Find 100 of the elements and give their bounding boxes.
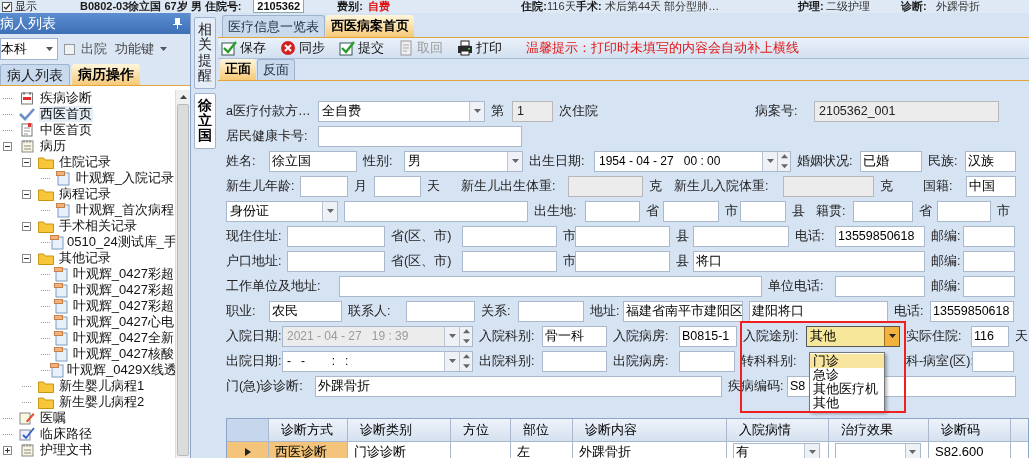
text-field[interactable]: 福建省南平市建阳区	[623, 300, 743, 322]
pin-icon[interactable]	[173, 18, 182, 29]
tree-item[interactable]: 住院记录	[58, 154, 112, 170]
text-field[interactable]	[462, 250, 557, 272]
table-cell-text: 西医诊断	[275, 442, 327, 458]
table-dropdown[interactable]	[835, 442, 921, 458]
text-field[interactable]	[853, 200, 913, 222]
collapse-toggle[interactable]	[22, 221, 31, 231]
tree-item[interactable]: 新生婴儿病程1	[58, 378, 146, 394]
panel-tab[interactable]: 病历操作	[72, 64, 140, 85]
text-field[interactable]	[518, 300, 584, 322]
dropdown-field[interactable]: 身份证	[226, 200, 338, 222]
text-field[interactable]	[963, 225, 1015, 247]
text-field[interactable]	[963, 275, 1015, 297]
text-field[interactable]	[575, 250, 670, 272]
dropdown-option[interactable]: 其他医疗机	[810, 382, 884, 396]
date-time-field[interactable]: - - : :	[282, 350, 473, 372]
text-field[interactable]	[585, 200, 640, 222]
text-field[interactable]	[542, 350, 607, 372]
calendar-icon	[20, 91, 34, 105]
department-dropdown[interactable]: 本科	[0, 38, 58, 60]
display-checkbox[interactable]	[2, 1, 12, 12]
toolbar-button[interactable]: 打印	[457, 38, 502, 58]
text-field[interactable]	[374, 175, 421, 197]
text-field[interactable]: 徐立国	[269, 150, 357, 172]
tree-item[interactable]: 疾病诊断	[39, 90, 93, 106]
text-field[interactable]	[300, 175, 348, 197]
page-side-tab[interactable]: 反面	[257, 58, 295, 80]
dropdown-field[interactable]: 全自费	[318, 100, 485, 122]
table-dropdown[interactable]: 有	[733, 442, 821, 458]
tree-item[interactable]: 临床路径	[39, 426, 93, 442]
text-field[interactable]	[972, 350, 1014, 372]
tree-item[interactable]: 叶观辉_首次病程	[74, 202, 175, 218]
date-time-field[interactable]: 1954 - 04 - 27 00 : 00	[594, 150, 791, 172]
tree-item[interactable]: 病程记录	[58, 186, 112, 202]
text-field[interactable]: 农民	[269, 300, 342, 322]
discharged-checkbox[interactable]	[64, 43, 75, 55]
dropdown-field[interactable]: 其他	[806, 325, 900, 347]
file-icon	[50, 362, 64, 378]
text-field[interactable]: 116	[971, 325, 1009, 347]
function-key-menu[interactable]: 功能键	[115, 39, 167, 59]
tree-item[interactable]: 西医首页	[39, 106, 93, 122]
text-field[interactable]	[835, 275, 925, 297]
tree-item[interactable]: 医嘱	[39, 410, 67, 426]
text-field[interactable]: 13559850618	[835, 225, 925, 247]
tree-item[interactable]: 叶观辉_0427彩超	[71, 266, 175, 282]
tree-item[interactable]: 手术相关记录	[58, 218, 138, 234]
collapse-toggle[interactable]	[22, 189, 31, 199]
tree-item[interactable]: 中医首页	[39, 122, 93, 138]
text-field[interactable]: 外踝骨折	[315, 375, 722, 397]
text-field[interactable]	[318, 125, 522, 147]
tree-item[interactable]: 叶观辉_0427核酸	[71, 346, 175, 362]
text-field[interactable]: B0815-1	[679, 325, 737, 347]
document-tab[interactable]: 医疗信息一览表	[222, 15, 325, 37]
tree-item[interactable]: 叶观辉_入院记录	[74, 170, 175, 186]
toolbar-button[interactable]: 提交	[339, 38, 384, 58]
text-field[interactable]	[575, 225, 670, 247]
expand-toggle[interactable]	[3, 445, 12, 455]
text-field[interactable]	[679, 350, 735, 372]
text-field[interactable]: 13559850618	[930, 300, 1014, 322]
collapse-toggle[interactable]	[3, 141, 12, 151]
side-tab[interactable]: 徐立国	[193, 92, 216, 149]
text-field[interactable]	[663, 200, 719, 222]
text-field[interactable]: 将口	[693, 250, 925, 272]
panel-tab[interactable]: 病人列表	[0, 64, 70, 85]
tree-item[interactable]: 叶观辉_0427心电	[71, 314, 175, 330]
text-field[interactable]: 骨一科	[542, 325, 607, 347]
text-field[interactable]: 建阳将口	[749, 300, 888, 322]
dropdown-option[interactable]: 门诊	[810, 354, 884, 368]
text-field[interactable]: 汉族	[965, 150, 1016, 172]
tree-item[interactable]: 叶观辉_0427彩超	[71, 298, 175, 314]
tree-item[interactable]: 叶观辉_0427彩超	[71, 282, 175, 298]
text-field[interactable]: 中国	[966, 175, 1016, 197]
page-side-tab[interactable]: 正面	[220, 58, 256, 80]
text-field[interactable]	[937, 200, 991, 222]
table-cell-text: 门诊诊断	[354, 442, 406, 458]
text-field[interactable]	[287, 250, 385, 272]
collapse-toggle[interactable]	[22, 157, 31, 167]
tree-item[interactable]: 新生婴儿病程2	[58, 394, 146, 410]
document-tab[interactable]: 西医病案首页	[326, 15, 414, 37]
collapse-toggle[interactable]	[22, 253, 31, 263]
toolbar-button[interactable]: 同步	[280, 38, 325, 58]
text-field[interactable]	[693, 225, 789, 247]
scrollbar[interactable]	[175, 90, 190, 458]
dropdown-option[interactable]: 其他	[810, 396, 884, 410]
text-field[interactable]	[287, 225, 385, 247]
text-field[interactable]	[740, 200, 786, 222]
tree-item[interactable]: 病历	[39, 138, 67, 154]
dropdown-field[interactable]: 男	[404, 150, 523, 172]
text-field[interactable]	[339, 275, 762, 297]
text-field[interactable]	[963, 250, 1015, 272]
text-field[interactable]: 已婚	[860, 150, 922, 172]
side-tab[interactable]: 相关提醒	[193, 17, 216, 89]
tree-item[interactable]: 其他记录	[58, 250, 112, 266]
toolbar-button[interactable]: 保存	[221, 38, 266, 58]
text-field[interactable]	[406, 300, 475, 322]
text-field[interactable]	[462, 225, 557, 247]
text-field[interactable]	[344, 200, 528, 222]
tree-item[interactable]: 护理文书	[39, 442, 93, 458]
tree-item[interactable]: 叶观辉_0427全新	[71, 330, 175, 346]
